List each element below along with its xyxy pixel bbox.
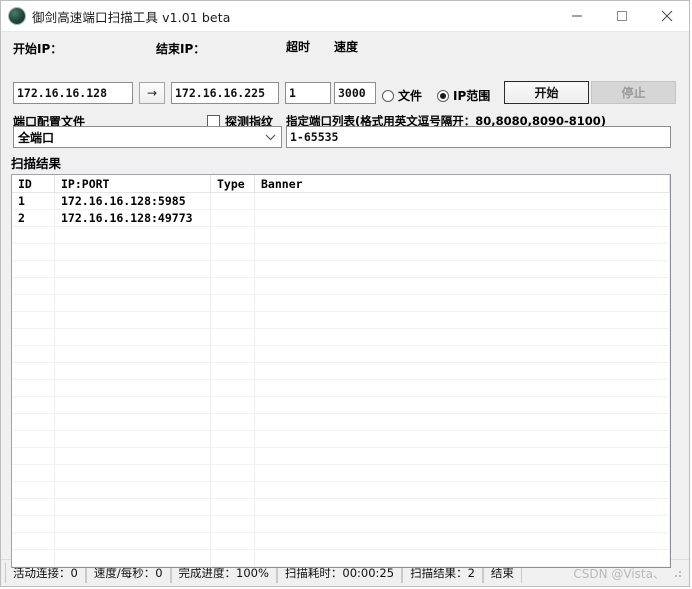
app-globe-icon bbox=[9, 8, 25, 24]
cell-type bbox=[210, 209, 255, 227]
end-ip-input[interactable]: 172.16.16.225 bbox=[171, 82, 279, 104]
table-row[interactable]: 1 172.16.16.128:5985 bbox=[12, 192, 670, 210]
table-row-empty: .... bbox=[12, 396, 670, 414]
table-row-empty: .... bbox=[12, 226, 670, 244]
port-list-input[interactable]: 1-65535 bbox=[286, 126, 671, 148]
table-row-empty: .... bbox=[12, 311, 670, 329]
radio-file-label: 文件 bbox=[398, 89, 423, 103]
radio-ip-range-indicator bbox=[437, 89, 449, 102]
cell-banner bbox=[254, 192, 670, 210]
results-group-title: 扫描结果 bbox=[11, 156, 62, 171]
timeout-label: 超时 bbox=[286, 40, 311, 54]
table-row-empty: .... bbox=[12, 549, 670, 567]
radio-file[interactable]: 文件 bbox=[382, 87, 422, 104]
start-ip-label: 开始IP： bbox=[13, 42, 63, 56]
table-row-empty: .... bbox=[12, 515, 670, 533]
table-row-empty: .... bbox=[12, 447, 670, 465]
table-row-empty: .... bbox=[12, 328, 670, 346]
table-row-empty: .... bbox=[12, 498, 670, 516]
table-row-empty: .... bbox=[12, 566, 670, 567]
chevron-down-icon bbox=[259, 133, 281, 141]
resize-grip-icon[interactable] bbox=[671, 567, 683, 579]
cell-type bbox=[210, 192, 255, 210]
port-config-select[interactable]: 全端口 bbox=[13, 126, 282, 148]
start-button[interactable]: 开始 bbox=[504, 81, 589, 104]
results-table-frame[interactable]: ID IP:PORT Type Banner 1 172.16.16.128:5… bbox=[11, 174, 671, 568]
main-content: 开始IP： 结束IP： 超时 速度 172.16.16.128 → 172.16… bbox=[1, 32, 689, 568]
app-window: 御剑高速端口扫描工具 v1.01 beta 开始IP： 结束IP： 超时 速度 … bbox=[0, 0, 690, 587]
table-row-empty: .... bbox=[12, 413, 670, 431]
close-button[interactable] bbox=[644, 2, 689, 31]
timeout-input[interactable]: 1 bbox=[285, 82, 331, 104]
table-row-empty: .... bbox=[12, 345, 670, 363]
minimize-button[interactable] bbox=[554, 2, 599, 31]
cell-ipport: 172.16.16.128:49773 bbox=[54, 209, 211, 227]
table-row-empty: .... bbox=[12, 464, 670, 482]
column-header-ipport[interactable]: IP:PORT bbox=[54, 175, 211, 193]
port-config-value: 全端口 bbox=[18, 130, 55, 145]
speed-label: 速度 bbox=[334, 40, 359, 54]
table-row-empty: .... bbox=[12, 277, 670, 295]
column-header-type[interactable]: Type bbox=[210, 175, 255, 193]
radio-ip-range-label: IP范围 bbox=[453, 89, 491, 103]
results-table: ID IP:PORT Type Banner 1 172.16.16.128:5… bbox=[12, 175, 670, 567]
speed-input[interactable]: 3000 bbox=[334, 82, 376, 104]
table-row-empty: .... bbox=[12, 260, 670, 278]
arrow-right-icon: → bbox=[146, 86, 158, 100]
radio-ip-range[interactable]: IP范围 bbox=[437, 87, 490, 104]
table-row-empty: .... bbox=[12, 532, 670, 550]
table-row-empty: .... bbox=[12, 430, 670, 448]
table-row-empty: .... bbox=[12, 379, 670, 397]
window-title: 御剑高速端口扫描工具 v1.01 beta bbox=[32, 9, 231, 25]
table-row-empty: .... bbox=[12, 481, 670, 499]
radio-file-indicator bbox=[382, 89, 394, 102]
maximize-button[interactable] bbox=[599, 2, 644, 31]
table-header-row: ID IP:PORT Type Banner bbox=[12, 175, 670, 193]
column-header-id[interactable]: ID bbox=[12, 175, 55, 193]
table-row-empty: .... bbox=[12, 243, 670, 261]
cell-banner bbox=[254, 209, 670, 227]
table-row-empty: .... bbox=[12, 362, 670, 380]
table-row-empty: .... bbox=[12, 294, 670, 312]
cell-id: 1 bbox=[12, 192, 55, 210]
start-ip-input[interactable]: 172.16.16.128 bbox=[13, 82, 133, 104]
end-ip-label: 结束IP： bbox=[156, 42, 206, 56]
cell-ipport: 172.16.16.128:5985 bbox=[54, 192, 211, 210]
results-table-body: 1 172.16.16.128:5985 2 172.16.16.128:497… bbox=[12, 192, 670, 567]
stop-button: 停止 bbox=[591, 81, 676, 104]
cell-id: 2 bbox=[12, 209, 55, 227]
swap-arrow-button[interactable]: → bbox=[139, 82, 165, 104]
column-header-banner[interactable]: Banner bbox=[254, 175, 670, 193]
table-row[interactable]: 2 172.16.16.128:49773 bbox=[12, 209, 670, 227]
title-bar: 御剑高速端口扫描工具 v1.01 beta bbox=[1, 1, 689, 32]
